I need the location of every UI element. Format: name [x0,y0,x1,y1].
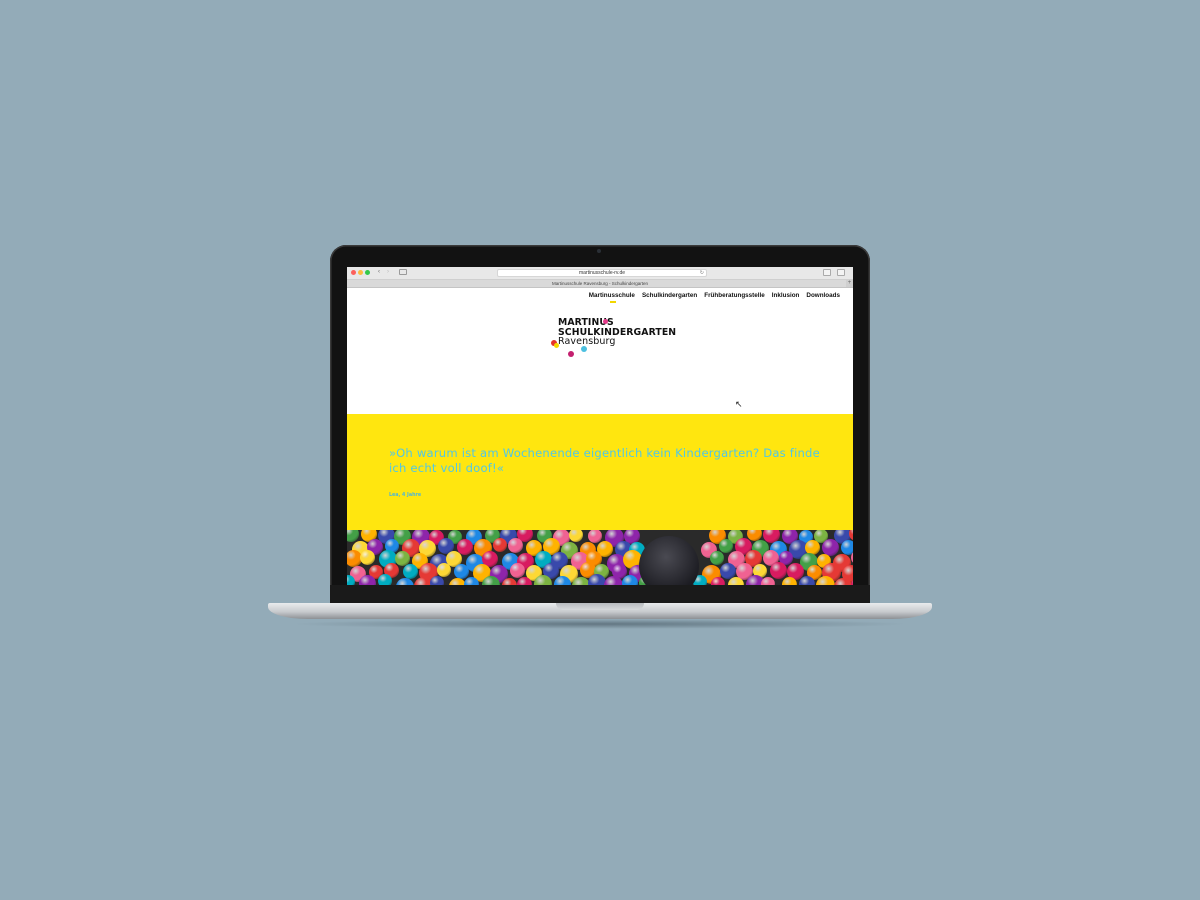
quote-author: Lea, 4 Jahre [389,493,422,498]
ball [502,577,518,585]
quote-text: »Oh warum ist am Wochenende eigentlich k… [389,446,820,475]
ball [377,574,392,585]
close-window-button[interactable] [351,270,356,275]
ball [429,576,444,585]
ball [358,575,376,585]
ball [805,539,821,555]
screen-bezel-bottom [330,585,870,603]
cursor-icon: ↖ [735,399,743,409]
nav-item-fruehberatungsstelle[interactable]: Frühberatungsstelle [704,292,765,299]
url-text: martinusschule-rv.de [578,270,626,276]
child-head [639,536,699,585]
nav-item-downloads[interactable]: Downloads [806,292,840,299]
ball [781,576,797,585]
minimize-window-button[interactable] [358,270,363,275]
ball [850,550,853,566]
logo-line-3: Ravensburg [558,336,616,347]
address-bar[interactable]: martinusschule-rv.de ↻ [497,269,707,277]
laptop-lid: ‹ › martinusschule-rv.de ↻ Martinusschul… [330,245,870,603]
site-logo[interactable]: MARTINUS SCHULKINDERGARTEN Ravensburg [551,316,676,366]
main-nav: Martinusschule Schulkindergarten Frühber… [589,292,840,299]
ball [454,563,470,579]
tabs-icon[interactable] [837,269,845,276]
ball-pit-image [347,530,853,585]
ball [798,576,815,585]
sidebar-toggle-icon[interactable] [399,269,407,275]
ball [710,577,725,585]
ball [507,538,523,554]
ball [569,530,584,542]
ball [517,577,533,585]
quote-section: »Oh warum ist am Wochenende eigentlich k… [347,414,853,530]
ball [710,551,725,566]
logo-dot-cyan [581,346,587,352]
ball [403,564,419,580]
tab-title[interactable]: Martinusschule Ravensburg - Schulkinderg… [552,281,648,286]
new-tab-button[interactable]: + [846,280,853,287]
ball [719,538,734,553]
ball [571,577,590,585]
share-icon[interactable] [823,269,831,276]
nav-item-schulkindergarten[interactable]: Schulkindergarten [642,292,697,299]
nav-item-inklusion[interactable]: Inklusion [772,292,800,299]
ball [492,538,507,553]
laptop-screen: ‹ › martinusschule-rv.de ↻ Martinusschul… [347,267,853,585]
tab-bar: Martinusschule Ravensburg - Schulkinderg… [347,280,853,288]
ball [509,563,525,579]
ball [621,575,638,585]
logo-dot-pink [603,319,608,324]
forward-icon[interactable]: › [387,268,389,277]
ball [587,530,602,543]
ball [360,550,376,566]
laptop-base [268,603,932,619]
camera [597,249,601,253]
logo-dot-magenta [568,351,574,357]
ball [437,563,452,578]
website: Martinusschule Schulkindergarten Frühber… [347,288,853,585]
reload-icon[interactable]: ↻ [700,270,704,276]
active-nav-marker [610,301,616,303]
laptop-shadow [290,619,910,629]
ball [769,562,787,579]
nav-item-martinusschule[interactable]: Martinusschule [589,292,635,299]
maximize-window-button[interactable] [365,270,370,275]
back-icon[interactable]: ‹ [378,268,380,277]
logo-dot-yellow [554,343,559,348]
laptop-notch [556,603,644,610]
browser-toolbar: ‹ › martinusschule-rv.de ↻ [347,267,853,280]
